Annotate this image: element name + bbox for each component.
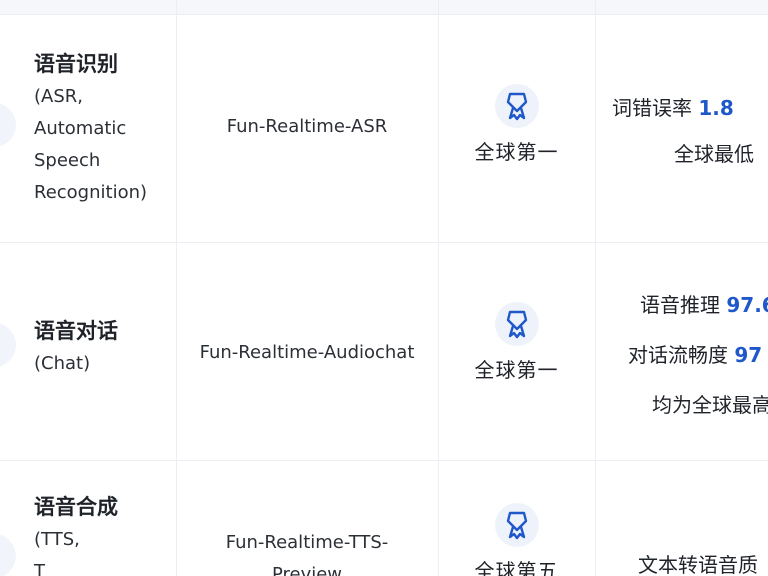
category-title: 语音合成 — [34, 495, 118, 519]
metric-value: 97 — [734, 343, 763, 367]
rank-text: 全球第一 — [474, 140, 559, 164]
award-ribbon-icon — [494, 84, 539, 128]
metric-line: 文本转语音质 — [638, 549, 758, 576]
category-desc-line: Speech — [34, 150, 101, 171]
row-marker — [0, 103, 16, 147]
category-desc-line: Recognition) — [34, 182, 148, 203]
metric-label: 语音推理 — [640, 293, 727, 317]
category-cell: 语音识别 (ASR, Automatic Speech Recognition) — [34, 44, 174, 214]
metric-label: 对话流畅度 — [628, 343, 735, 367]
comparison-table: 语音识别 (ASR, Automatic Speech Recognition)… — [0, 0, 768, 576]
category-cell: 语音合成 (TTS, T — [34, 492, 174, 576]
category-desc-line: Automatic — [34, 118, 127, 139]
metric-value: 1.8 — [698, 96, 734, 120]
category-desc-line: (ASR, — [34, 86, 83, 107]
row-divider — [0, 242, 768, 243]
column-divider — [176, 0, 177, 576]
metric-line: 均为全球最高 — [652, 389, 768, 418]
model-name: Fun-Realtime-Audiochat — [199, 342, 415, 363]
rank-text: 全球第一 — [474, 358, 559, 382]
award-ribbon-icon — [494, 503, 539, 547]
row-marker — [0, 534, 16, 576]
category-desc-line: T — [34, 561, 45, 576]
row-divider — [0, 460, 768, 461]
model-name: Fun-Realtime-ASR — [226, 116, 388, 137]
metric-line: 语音推理 97.6 — [640, 289, 768, 318]
rank-cell: 全球第一 — [438, 302, 595, 383]
metric-label: 全球最低 — [674, 142, 754, 166]
category-cell: 语音对话 (Chat) — [34, 310, 174, 386]
metric-line: 对话流畅度 97 — [628, 339, 762, 368]
metric-value: 97.6 — [726, 293, 768, 317]
rank-cell: 全球第一 — [438, 84, 595, 165]
category-title: 语音对话 — [34, 319, 118, 343]
metric-label: 均为全球最高 — [652, 393, 768, 417]
table-header-strip — [0, 0, 768, 15]
metric-label: 文本转语音质 — [638, 553, 758, 576]
metric-line: 词错误率 1.8 — [612, 92, 734, 121]
category-desc-line: (Chat) — [34, 353, 91, 374]
category-title: 语音识别 — [34, 52, 118, 76]
rank-text: 全球第五 — [474, 559, 559, 576]
rank-cell: 全球第五 — [438, 503, 595, 576]
metric-label: 词错误率 — [612, 96, 699, 120]
award-ribbon-icon — [494, 302, 539, 346]
column-divider — [595, 0, 596, 576]
metric-line: 全球最低 — [674, 138, 754, 167]
model-name-line: Fun-Realtime-TTS- — [225, 532, 389, 553]
category-desc-line: (TTS, — [34, 529, 80, 550]
model-name-line: Preview — [271, 564, 343, 576]
row-marker — [0, 323, 16, 367]
model-name: Fun-Realtime-TTS- Preview — [176, 527, 438, 576]
